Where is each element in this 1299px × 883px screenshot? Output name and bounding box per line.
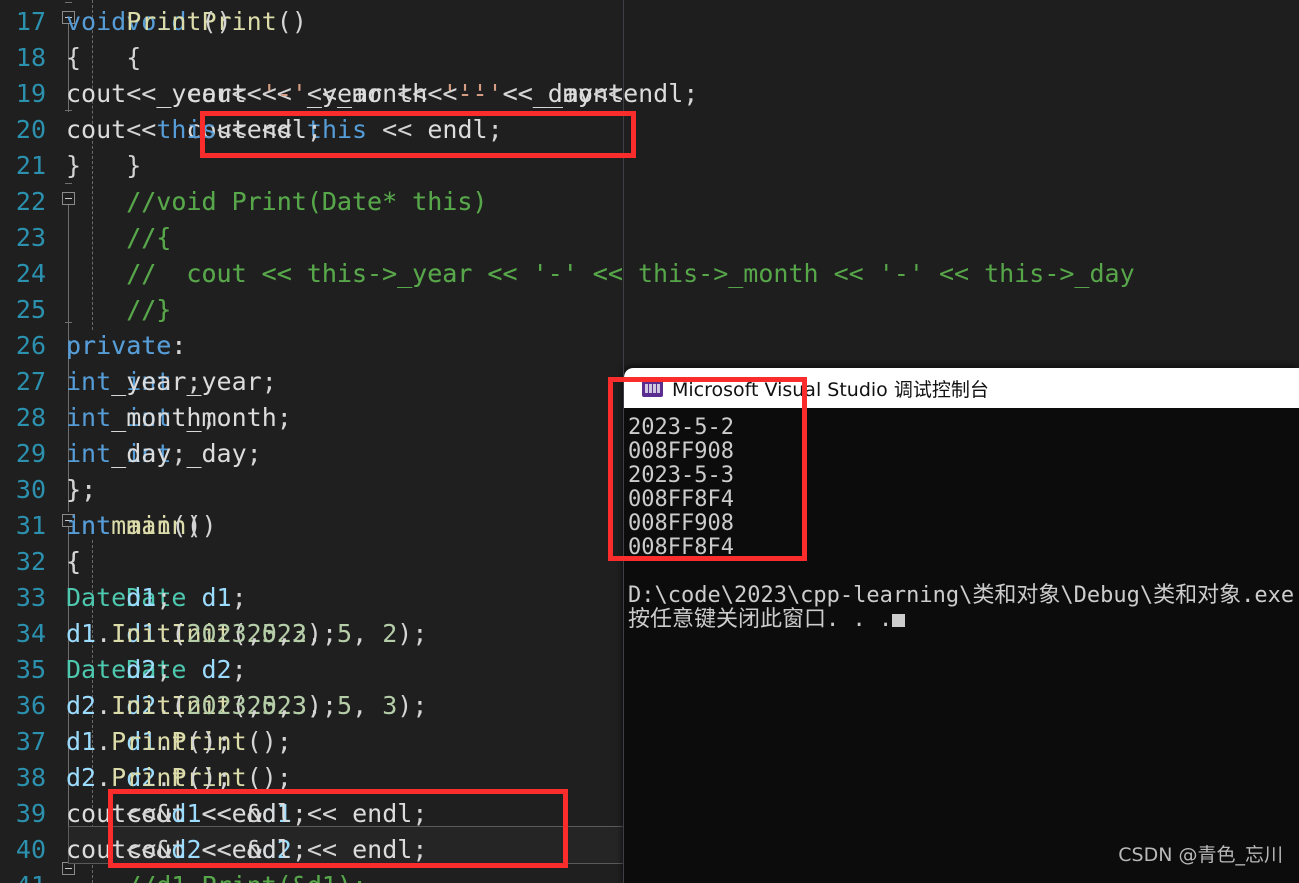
screenshot-root: 17 18 19 20 21 22 23 24 25 26 27 28 29 30 31 32 33 34 35 36… bbox=[0, 0, 1299, 883]
line-number: 34 bbox=[15, 619, 46, 648]
line-number: 37 bbox=[15, 727, 46, 756]
line-number: 32 bbox=[15, 547, 46, 576]
line-number: 25 bbox=[15, 295, 46, 324]
line-number: 26 bbox=[15, 331, 46, 360]
line-number: 39 bbox=[15, 799, 46, 828]
line-number: 23 bbox=[15, 223, 46, 252]
code-line[interactable]: private: bbox=[66, 328, 186, 364]
code-line[interactable]: int _month; bbox=[66, 400, 292, 436]
console-exit-prompt: 按任意键关闭此窗口. . . bbox=[628, 608, 1299, 632]
code-line[interactable]: //void Print(Date* this) bbox=[66, 184, 487, 220]
code-line[interactable]: d1.Init(2023, 5, 2); bbox=[66, 616, 427, 652]
line-number: 27 bbox=[15, 367, 46, 396]
code-line[interactable]: }; bbox=[66, 472, 96, 508]
line-number: 35 bbox=[15, 655, 46, 684]
code-line[interactable]: int _year; bbox=[66, 364, 277, 400]
console-exit-path: D:\code\2023\cpp-learning\类和对象\Debug\类和对… bbox=[628, 583, 1299, 608]
code-line[interactable]: cout << _year << '-' << _month << '-' <<… bbox=[66, 76, 624, 112]
highlight-cout-this bbox=[200, 111, 636, 158]
highlight-console-output bbox=[608, 377, 807, 561]
highlight-cout-addresses bbox=[108, 789, 568, 868]
line-number: 33 bbox=[15, 583, 46, 612]
line-number: 38 bbox=[15, 763, 46, 792]
code-line[interactable]: { bbox=[66, 544, 81, 580]
code-line[interactable]: // cout << this->_year << '-' << this->_… bbox=[66, 256, 624, 292]
code-line[interactable]: } bbox=[66, 148, 141, 184]
line-number: 29 bbox=[15, 439, 46, 468]
console-cursor bbox=[892, 614, 906, 627]
line-number: 19 bbox=[15, 79, 46, 108]
fold-tick bbox=[65, 2, 72, 3]
line-number: 21 bbox=[15, 151, 46, 180]
line-number: 36 bbox=[15, 691, 46, 720]
code-line[interactable]: //{ bbox=[66, 220, 171, 256]
line-number: 30 bbox=[15, 475, 46, 504]
line-number: 41 bbox=[0, 868, 46, 883]
watermark: CSDN @青色_忘川 bbox=[1118, 844, 1283, 866]
code-line[interactable]: d2.Init(2023, 5, 3); bbox=[66, 688, 427, 724]
line-number: 40 bbox=[15, 835, 46, 864]
code-line[interactable]: int main() bbox=[66, 508, 217, 544]
line-number: 28 bbox=[15, 403, 46, 432]
code-line[interactable]: d1.Print(); bbox=[66, 724, 292, 760]
line-number: 31 bbox=[15, 511, 46, 540]
code-line[interactable]: Date d1; bbox=[66, 580, 246, 616]
line-number: 24 bbox=[15, 259, 46, 288]
code-line[interactable]: void Print() bbox=[66, 4, 307, 40]
line-number: 18 bbox=[15, 43, 46, 72]
line-number: 20 bbox=[15, 115, 46, 144]
line-number: 17 bbox=[15, 7, 46, 36]
code-line[interactable]: int _day; bbox=[66, 436, 262, 472]
code-line[interactable]: { bbox=[66, 40, 141, 76]
line-number: 22 bbox=[15, 187, 46, 216]
code-line[interactable]: Date d2; bbox=[66, 652, 246, 688]
code-line[interactable]: //} bbox=[66, 292, 171, 328]
code-line[interactable]: //d1.Print(&d1); bbox=[66, 868, 367, 883]
